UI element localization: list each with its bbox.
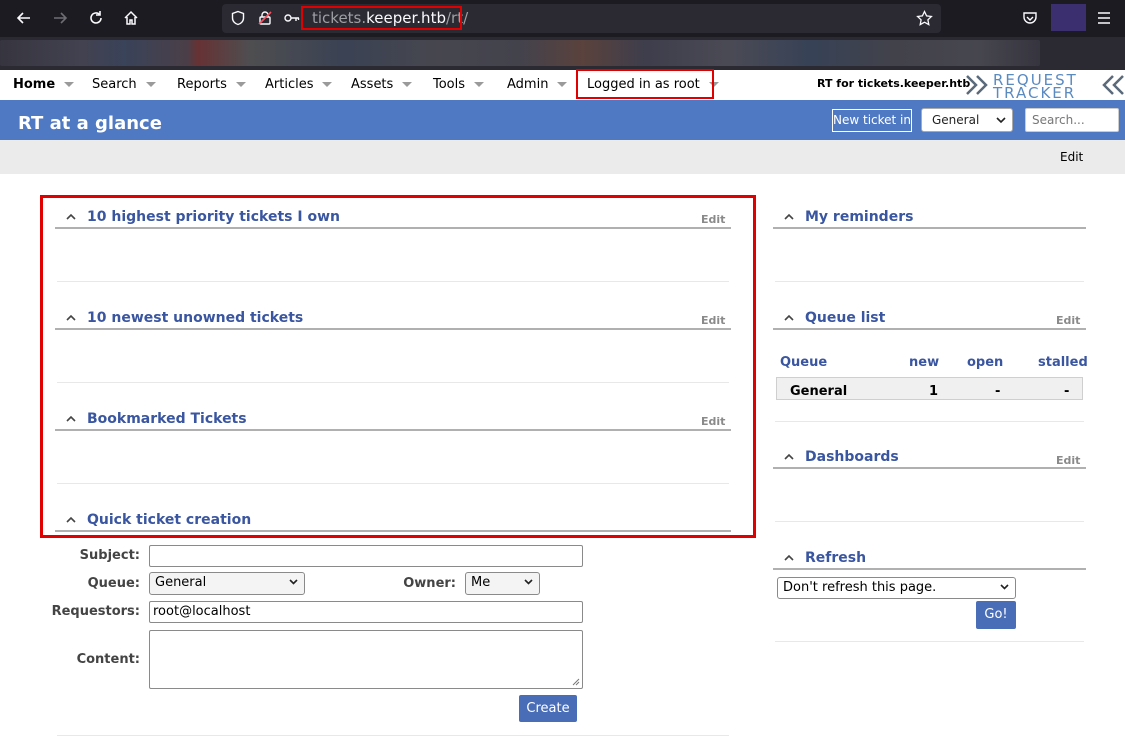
collapse-chevron-icon[interactable] bbox=[784, 554, 794, 561]
blurred-bookmarks[interactable] bbox=[0, 40, 1040, 66]
reload-icon[interactable] bbox=[84, 6, 108, 30]
refresh-interval-select[interactable]: Don't refresh this page. bbox=[777, 577, 1016, 599]
portlet-title-reminders[interactable]: My reminders bbox=[805, 209, 913, 225]
portlet-divider bbox=[773, 467, 1086, 469]
portlet-title-dashboards[interactable]: Dashboards bbox=[805, 449, 899, 465]
subject-label: Subject: bbox=[79, 548, 140, 563]
chevron-down-icon bbox=[145, 82, 156, 87]
forward-arrow-icon[interactable] bbox=[48, 6, 72, 30]
portlet-title-queue-list[interactable]: Queue list bbox=[805, 310, 885, 326]
queue-select-value: General bbox=[932, 113, 980, 127]
menu-home-label: Home bbox=[13, 77, 56, 92]
requestors-input[interactable]: root@localhost bbox=[149, 601, 583, 623]
portlet-edit-dashboards[interactable]: Edit bbox=[1056, 454, 1080, 467]
chevron-down-icon bbox=[402, 82, 413, 87]
queue-column-header[interactable]: Queue bbox=[780, 355, 827, 370]
queue-select-value: General bbox=[155, 575, 207, 590]
queue-select[interactable]: General bbox=[149, 572, 305, 595]
key-icon[interactable] bbox=[284, 11, 300, 25]
rt-logo[interactable]: REQUEST TRACKER bbox=[965, 71, 1125, 102]
menu-articles-label: Articles bbox=[265, 77, 314, 92]
rt-for-label: RT for tickets.keeper.htb bbox=[817, 77, 971, 90]
collapse-chevron-icon[interactable] bbox=[784, 314, 794, 321]
chevron-down-icon bbox=[474, 82, 485, 87]
page-title: RT at a glance bbox=[18, 113, 162, 134]
queue-label: Queue: bbox=[87, 576, 140, 591]
create-button[interactable]: Create bbox=[519, 695, 577, 722]
portlet-bottom-divider bbox=[775, 281, 1084, 282]
search-input[interactable]: Search... bbox=[1025, 108, 1119, 132]
refresh-select-value: Don't refresh this page. bbox=[783, 580, 937, 595]
refresh-go-button[interactable]: Go! bbox=[976, 601, 1016, 629]
address-bar[interactable]: tickets.keeper.htb/rt/ bbox=[222, 4, 941, 33]
menu-admin[interactable]: Admin bbox=[507, 70, 568, 100]
new-ticket-queue-select[interactable]: General bbox=[921, 108, 1013, 132]
queue-name-cell[interactable]: General bbox=[790, 384, 847, 399]
chevron-down-icon bbox=[557, 82, 568, 87]
content-label: Content: bbox=[76, 652, 140, 667]
portlet-divider bbox=[773, 328, 1086, 330]
menu-assets[interactable]: Assets bbox=[351, 70, 413, 100]
portlet-bottom-divider bbox=[775, 521, 1084, 522]
chevron-down-icon bbox=[64, 82, 75, 87]
stalled-column-header[interactable]: stalled bbox=[1038, 355, 1088, 370]
portlet-divider bbox=[773, 227, 1086, 229]
portlet-divider bbox=[773, 568, 1086, 570]
chevron-down-icon bbox=[289, 579, 298, 585]
resize-handle-icon[interactable] bbox=[572, 678, 580, 686]
menu-reports-label: Reports bbox=[177, 77, 227, 92]
browser-toolbar: tickets.keeper.htb/rt/ bbox=[0, 0, 1125, 37]
chevron-down-icon bbox=[1000, 584, 1009, 590]
hamburger-menu-icon[interactable] bbox=[1097, 11, 1111, 25]
new-count-cell[interactable]: 1 bbox=[929, 384, 938, 399]
menu-admin-label: Admin bbox=[507, 77, 549, 92]
stalled-count-cell: - bbox=[1064, 384, 1070, 399]
menu-search-label: Search bbox=[92, 77, 137, 92]
url-highlight-box bbox=[301, 6, 462, 30]
portlet-bottom-divider bbox=[775, 421, 1084, 422]
double-chevron-right-icon bbox=[966, 75, 988, 95]
extension-icon[interactable] bbox=[1051, 4, 1086, 31]
collapse-chevron-icon[interactable] bbox=[784, 453, 794, 460]
chevron-down-icon bbox=[235, 82, 246, 87]
menu-assets-label: Assets bbox=[351, 77, 394, 92]
owner-label: Owner: bbox=[403, 576, 456, 591]
open-count-cell: - bbox=[995, 384, 1001, 399]
home-icon[interactable] bbox=[119, 6, 143, 30]
portlet-bottom-divider bbox=[775, 641, 1084, 642]
edit-dashboard-link[interactable]: Edit bbox=[1060, 150, 1083, 164]
menu-tools-label: Tools bbox=[433, 77, 466, 92]
new-ticket-button[interactable]: New ticket in bbox=[832, 109, 912, 132]
owner-select[interactable]: Me bbox=[465, 572, 540, 595]
insecure-lock-icon[interactable] bbox=[257, 10, 273, 26]
back-arrow-icon[interactable] bbox=[12, 6, 36, 30]
portlet-bottom-divider bbox=[57, 735, 729, 736]
bookmark-star-icon[interactable] bbox=[916, 10, 933, 27]
bookmarks-toolbar bbox=[0, 37, 1125, 70]
collapse-chevron-icon[interactable] bbox=[784, 213, 794, 220]
double-chevron-left-icon bbox=[1102, 75, 1124, 95]
menu-search[interactable]: Search bbox=[92, 70, 156, 100]
portlet-edit-queue-list[interactable]: Edit bbox=[1056, 314, 1080, 327]
menu-reports[interactable]: Reports bbox=[177, 70, 246, 100]
logged-in-highlight-box bbox=[576, 69, 714, 99]
content-textarea[interactable] bbox=[149, 630, 583, 689]
portlet-title-refresh[interactable]: Refresh bbox=[805, 550, 866, 566]
new-column-header[interactable]: new bbox=[909, 355, 939, 370]
menu-articles[interactable]: Articles bbox=[265, 70, 333, 100]
chevron-down-icon bbox=[322, 82, 333, 87]
requestors-label: Requestors: bbox=[51, 604, 140, 619]
menu-home[interactable]: Home bbox=[13, 70, 75, 100]
shield-icon[interactable] bbox=[230, 10, 246, 26]
chevron-down-icon bbox=[524, 579, 533, 585]
menu-tools[interactable]: Tools bbox=[433, 70, 485, 100]
owner-select-value: Me bbox=[471, 575, 491, 590]
subject-input[interactable] bbox=[149, 545, 583, 567]
portlets-highlight-box bbox=[40, 195, 756, 538]
chevron-down-icon bbox=[996, 117, 1006, 124]
page-subbar bbox=[0, 140, 1125, 174]
pocket-icon[interactable] bbox=[1022, 10, 1038, 26]
open-column-header[interactable]: open bbox=[967, 355, 1003, 370]
